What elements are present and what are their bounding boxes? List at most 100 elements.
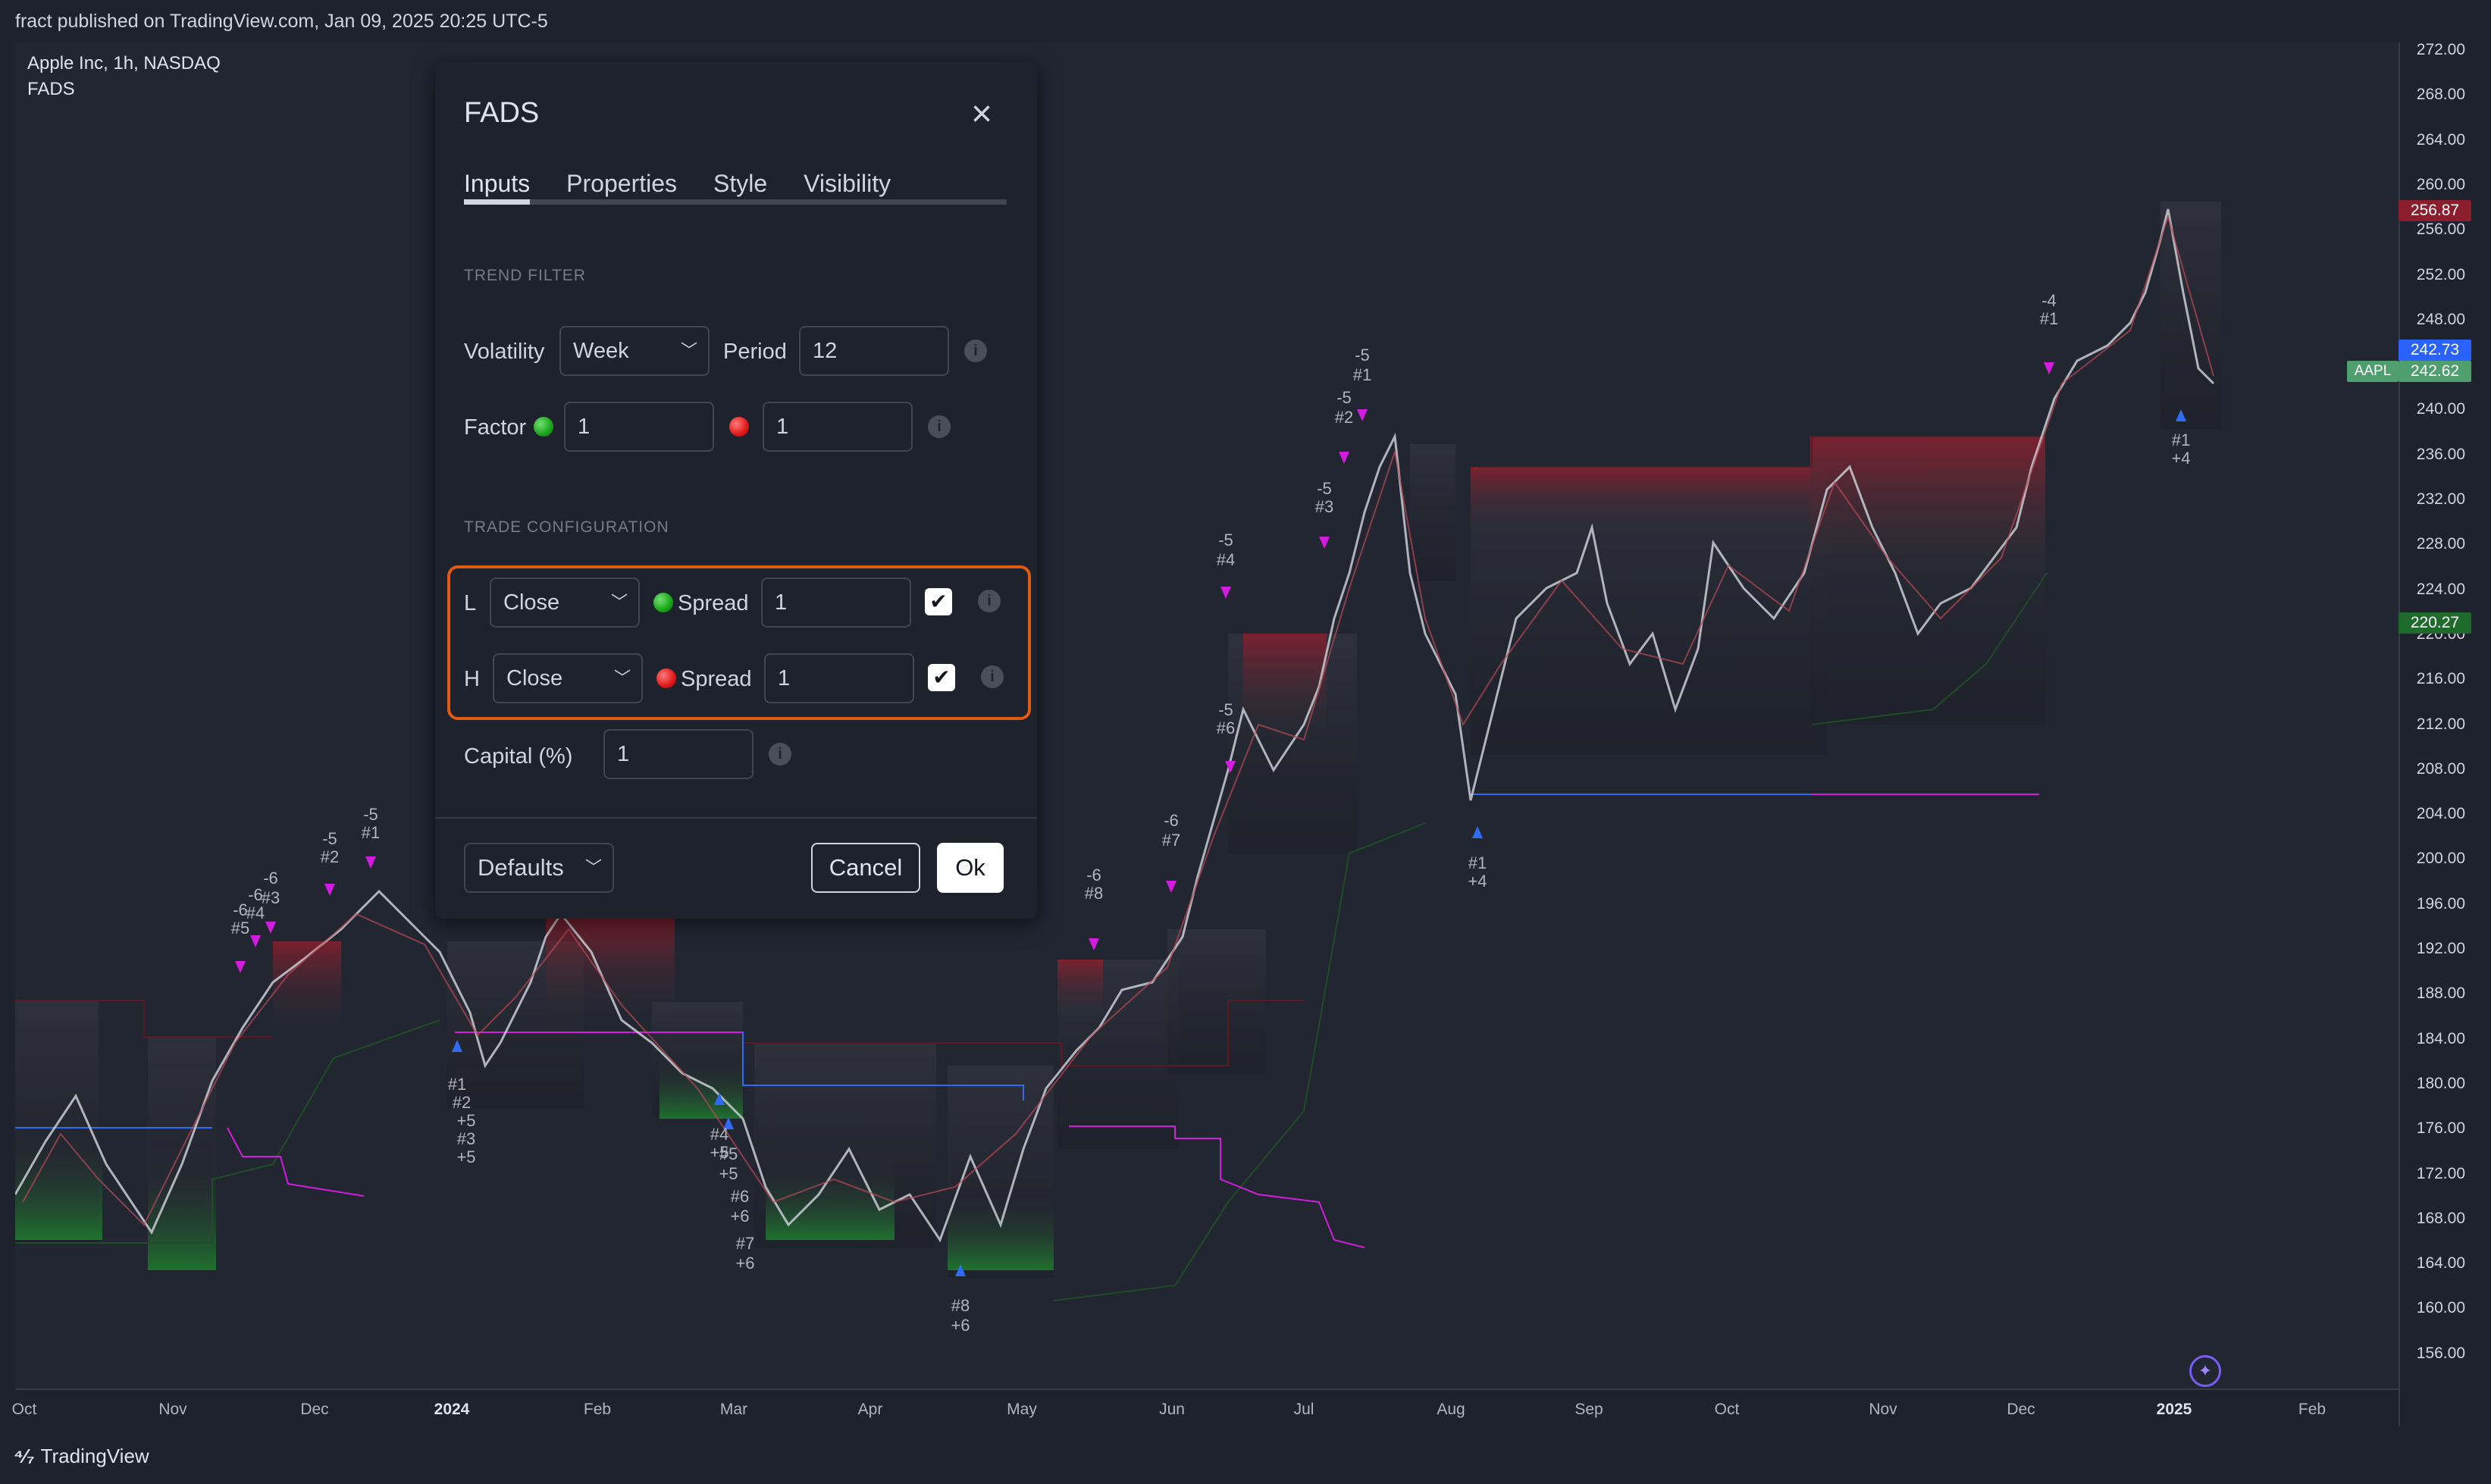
info-icon[interactable]: i (981, 665, 1004, 688)
price-tick-label: 272.00 (2416, 41, 2465, 58)
short-source-select[interactable]: Close ﹀ (493, 653, 643, 703)
last-price-badge: 242.62 (2399, 361, 2471, 382)
tab-style[interactable]: Style (713, 170, 767, 199)
svg-text:+4: +4 (2171, 449, 2190, 468)
info-icon[interactable]: i (978, 590, 1001, 612)
svg-text:+6: +6 (951, 1316, 970, 1335)
price-tick-label: 192.00 (2416, 940, 2465, 957)
price-tick-label: 216.00 (2416, 670, 2465, 688)
time-tick-label: Oct (1714, 1401, 1740, 1418)
volatility-select[interactable]: Week ﹀ (559, 326, 710, 376)
svg-text:-5: -5 (1336, 388, 1352, 407)
tradingview-logo[interactable]: ⁴⁄₇ TradingView (14, 1445, 149, 1468)
factor-red-input[interactable]: 1 (763, 402, 913, 452)
time-tick-label: Apr (857, 1401, 883, 1418)
dialog-tabs: Inputs Properties Style Visibility (464, 170, 1007, 205)
svg-text:#1: #1 (2040, 309, 2058, 328)
defaults-label: Defaults (478, 854, 564, 881)
price-tick-label: 184.00 (2416, 1029, 2465, 1047)
short-spread-input[interactable]: 1 (764, 653, 914, 703)
long-spread-input[interactable]: 1 (761, 578, 911, 628)
green-dot-icon (653, 593, 673, 612)
price-chart[interactable]: -6 #5 -6 #4 -6 #3 -5 #2 -5 #1 -6 #8 -6 #7 -5 #4 … (15, 42, 2399, 1426)
factor-green-input[interactable]: 1 (564, 402, 714, 452)
svg-text:#1: #1 (448, 1075, 466, 1094)
time-tick-label: Dec (2007, 1401, 2035, 1418)
factor-label: Factor (464, 415, 527, 440)
tab-inputs[interactable]: Inputs (464, 170, 531, 205)
blue-level-badge: 242.73 (2399, 340, 2471, 361)
capital-label: Capital (%) (464, 744, 573, 769)
time-tick-label: 2025 (2156, 1401, 2192, 1418)
volatility-label: Volatility (464, 340, 545, 364)
long-row-label: L (464, 591, 477, 615)
time-tick-label: 2024 (434, 1401, 470, 1418)
long-source-value: Close (503, 590, 560, 615)
price-tick-label: 224.00 (2416, 580, 2465, 598)
close-icon[interactable]: × (963, 95, 1001, 133)
lower-band-badge: 220.27 (2399, 612, 2471, 634)
price-tick-label: 228.00 (2416, 535, 2465, 553)
tab-properties[interactable]: Properties (566, 170, 677, 199)
price-tick-label: 264.00 (2416, 130, 2465, 149)
chevron-down-icon: ﹀ (584, 858, 602, 877)
svg-text:#7: #7 (736, 1234, 754, 1253)
published-text: fract published on TradingView.com, Jan … (15, 11, 548, 32)
info-icon[interactable]: i (928, 415, 951, 438)
price-tick-label: 176.00 (2416, 1119, 2465, 1138)
short-row-label: H (464, 667, 480, 691)
capital-input[interactable]: 1 (603, 729, 754, 779)
cancel-button[interactable]: Cancel (811, 843, 920, 893)
time-tick-label: Oct (11, 1401, 37, 1418)
price-tick-label: 248.00 (2416, 310, 2465, 328)
price-tick-label: 208.00 (2416, 759, 2465, 778)
bottom-bar: ⁴⁄₇ TradingView (0, 1426, 2491, 1484)
defaults-button[interactable]: Defaults ﹀ (464, 843, 614, 893)
indicator-settings-dialog: FADS × Inputs Properties Style Visibilit… (435, 62, 1037, 919)
svg-text:#4: #4 (1217, 550, 1235, 569)
long-source-select[interactable]: Close ﹀ (490, 578, 640, 628)
tv-logo-text: TradingView (40, 1445, 149, 1467)
indicator-legend[interactable]: FADS (27, 79, 75, 100)
price-tick-label: 196.00 (2416, 894, 2465, 913)
chart-canvas[interactable]: -6#5 -6#4 -6#3 -5#2 -5#1 -6#8 -6#7 -5#4 … (15, 42, 2399, 1426)
time-tick-label: Mar (719, 1401, 748, 1418)
green-dot-icon (534, 417, 553, 437)
price-tick-label: 212.00 (2416, 715, 2465, 733)
time-tick-label: Jul (1293, 1401, 1314, 1418)
published-banner: fract published on TradingView.com, Jan … (0, 0, 2491, 42)
short-spread-label: Spread (681, 667, 752, 691)
svg-text:-6: -6 (1164, 811, 1179, 830)
price-tick-label: 236.00 (2416, 445, 2465, 463)
price-tick-label: 260.00 (2416, 175, 2465, 193)
svg-text:-4: -4 (2041, 291, 2057, 310)
svg-text:+6: +6 (730, 1207, 749, 1226)
ok-button[interactable]: Ok (937, 843, 1004, 893)
svg-text:#1: #1 (1353, 365, 1371, 384)
price-tick-label: 252.00 (2416, 265, 2465, 283)
svg-text:-6: -6 (263, 869, 278, 888)
svg-text:#1: #1 (2172, 430, 2190, 449)
symbol-legend: Apple Inc, 1h, NASDAQ (27, 53, 221, 74)
short-enabled-checkbox[interactable]: ✔ (928, 664, 955, 691)
period-input[interactable]: 12 (799, 326, 949, 376)
svg-text:#3: #3 (457, 1129, 475, 1148)
price-tick-label: 200.00 (2416, 850, 2465, 868)
tab-visibility[interactable]: Visibility (804, 170, 891, 199)
compass-icon[interactable]: ✦ (2189, 1355, 2221, 1387)
info-icon[interactable]: i (769, 743, 791, 765)
info-icon[interactable]: i (964, 340, 987, 362)
time-axis[interactable]: Oct Nov Dec 2024 Feb Mar Apr May Jun Jul Aug Sep Oct… (11, 1389, 2399, 1426)
svg-text:#3: #3 (1315, 497, 1333, 516)
svg-text:-5: -5 (1317, 479, 1332, 498)
time-tick-label: May (1007, 1401, 1037, 1418)
price-axis[interactable]: 272.00 268.00 264.00 260.00 256.00 252.00 248.… (2399, 41, 2476, 1426)
price-tick-label: 168.00 (2416, 1209, 2465, 1227)
volatility-value: Week (573, 339, 629, 363)
red-dot-icon (656, 668, 676, 688)
chevron-down-icon: ﹀ (680, 341, 697, 360)
long-enabled-checkbox[interactable]: ✔ (925, 588, 952, 615)
svg-text:#2: #2 (321, 847, 339, 866)
time-tick-label: Nov (158, 1401, 187, 1418)
svg-text:#2: #2 (1335, 408, 1353, 427)
